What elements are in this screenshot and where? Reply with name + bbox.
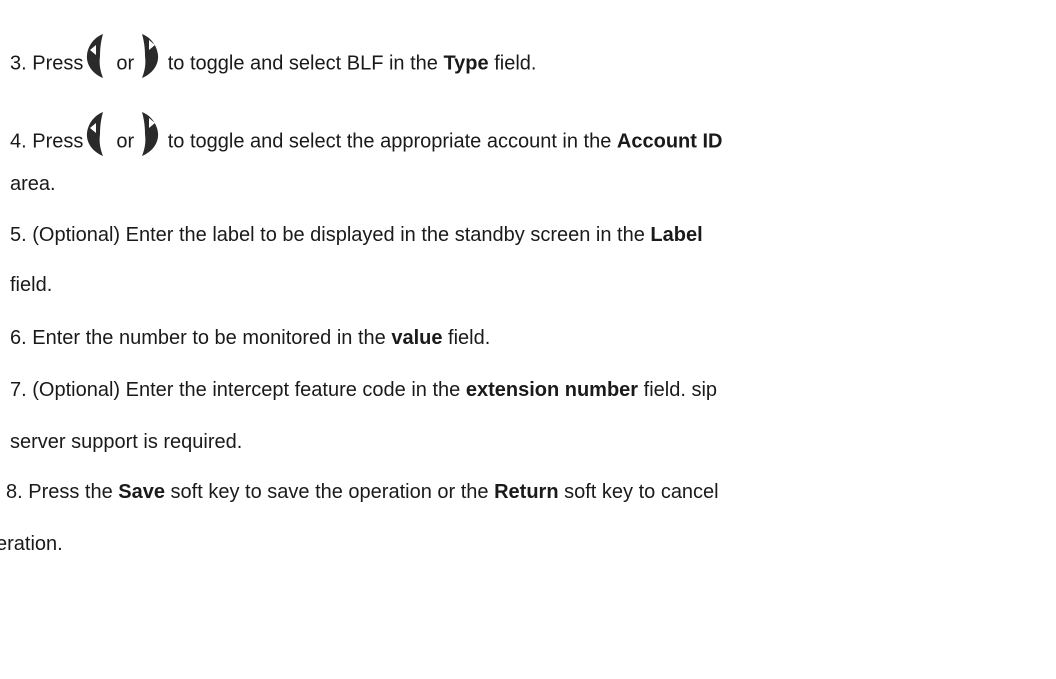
step-text: to toggle and select the appropriate acc… <box>162 130 617 153</box>
step-text: field. sip <box>638 379 718 401</box>
field-name: Label <box>650 224 703 246</box>
step-text: soft key to cancel <box>558 481 719 503</box>
step-4-line: 4. Press or to toggle and select the appr… <box>10 112 722 156</box>
step-text: 4. Press <box>10 130 84 153</box>
step-8-continuation: eration. <box>0 532 63 556</box>
field-name: Return <box>494 481 559 503</box>
field-name: value <box>391 327 443 349</box>
field-name: Type <box>443 52 489 75</box>
step-5-continuation: field. <box>10 273 52 297</box>
left-navigation-key-icon <box>84 33 109 79</box>
step-text: to toggle and select BLF in the <box>162 52 444 75</box>
step-text: area. <box>10 173 56 195</box>
right-navigation-key-icon <box>136 111 160 157</box>
step-text: field. <box>10 274 53 296</box>
step-text: 8. Press the <box>6 481 119 503</box>
field-name: Save <box>118 481 165 503</box>
step-3-line: 3. Press or to toggle and select BLF in t… <box>10 34 536 78</box>
step-text: or <box>116 52 135 75</box>
step-text: field. <box>442 327 491 349</box>
step-text: 7. (Optional) Enter the intercept featur… <box>10 379 466 401</box>
step-text: or <box>116 130 135 153</box>
step-7-continuation: server support is required. <box>10 430 242 454</box>
step-4-continuation: area. <box>10 172 56 196</box>
step-text: soft key to save the operation or the <box>165 481 495 503</box>
step-text: eration. <box>0 533 63 555</box>
step-text: 6. Enter the number to be monitored in t… <box>10 327 392 349</box>
field-name: Account ID <box>616 130 723 153</box>
step-8-line: 8. Press the Save soft key to save the o… <box>6 480 719 504</box>
step-text: 3. Press <box>10 52 84 75</box>
step-7-line: 7. (Optional) Enter the intercept featur… <box>10 378 717 402</box>
step-text: server support is required. <box>10 431 243 453</box>
field-name: extension number <box>465 379 639 401</box>
step-6-line: 6. Enter the number to be monitored in t… <box>10 326 490 350</box>
step-text: 5. (Optional) Enter the label to be disp… <box>10 224 651 246</box>
right-navigation-key-icon <box>136 33 160 79</box>
left-navigation-key-icon <box>84 111 109 157</box>
step-5-line: 5. (Optional) Enter the label to be disp… <box>10 223 703 247</box>
step-text: field. <box>488 52 537 75</box>
instruction-page: { "steps": [ { "id": "step3", "parts": [… <box>0 0 1056 679</box>
